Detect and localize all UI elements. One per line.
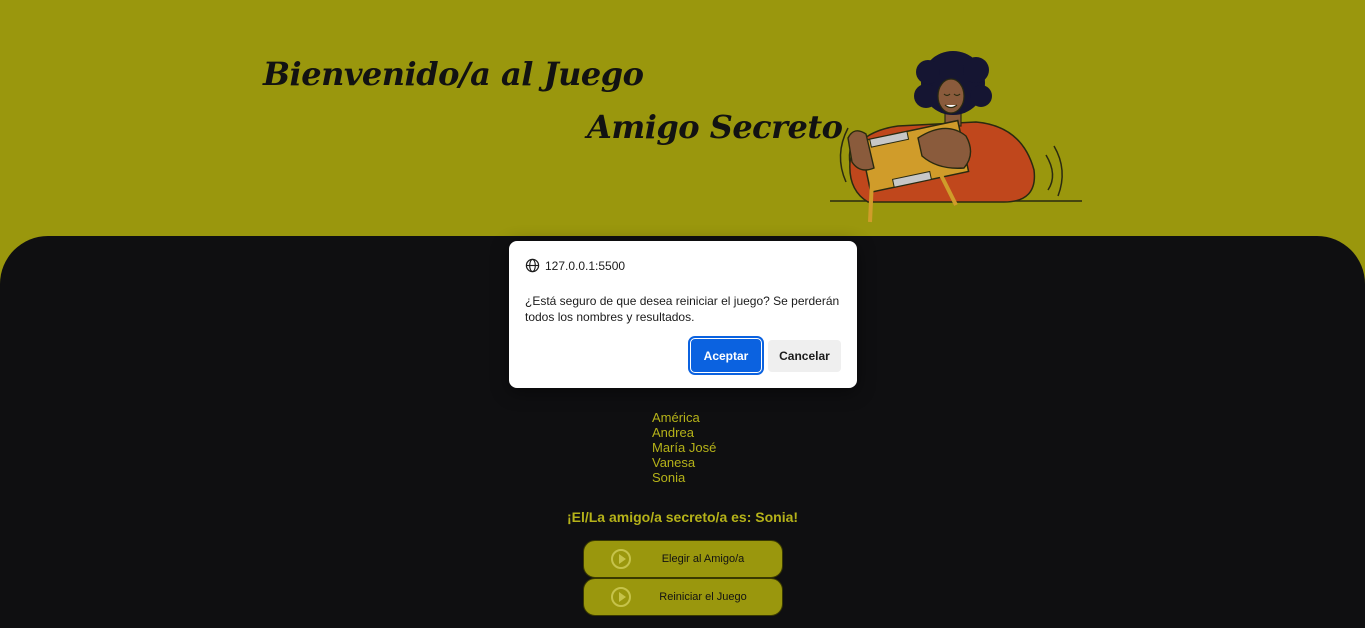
dialog-origin: 127.0.0.1:5500 [525, 258, 625, 273]
list-item: María José [652, 440, 717, 455]
header: Bienvenido/a al Juego Amigo Secreto [0, 0, 1365, 236]
reset-game-button[interactable]: Reiniciar el Juego [583, 578, 783, 616]
page-title-line2: Amigo Secreto [587, 108, 843, 146]
dialog-message: ¿Está seguro de que desea reiniciar el j… [525, 294, 840, 324]
cancel-button[interactable]: Cancelar [768, 340, 841, 372]
friends-list: América Andrea María José Vanesa Sonia [652, 410, 716, 485]
list-item: Vanesa [652, 455, 696, 470]
list-item: América [652, 410, 700, 425]
result-text: ¡El/La amigo/a secreto/a es: Sonia! [566, 509, 799, 525]
draw-friend-label: Elegir al Amigo/a [661, 553, 745, 565]
person-holding-gift-illustration [830, 51, 1082, 223]
dialog-origin-text: 127.0.0.1:5500 [545, 258, 626, 273]
accept-button[interactable]: Aceptar [688, 336, 764, 375]
globe-icon [525, 258, 540, 273]
reset-game-label: Reiniciar el Juego [659, 591, 747, 603]
confirm-dialog: 127.0.0.1:5500 ¿Está seguro de que desea… [509, 241, 857, 388]
page-title-line1: Bienvenido/a al Juego [263, 55, 644, 93]
list-item: Andrea [652, 425, 694, 440]
draw-friend-button[interactable]: Elegir al Amigo/a [583, 540, 783, 578]
list-item: Sonia [652, 470, 686, 485]
